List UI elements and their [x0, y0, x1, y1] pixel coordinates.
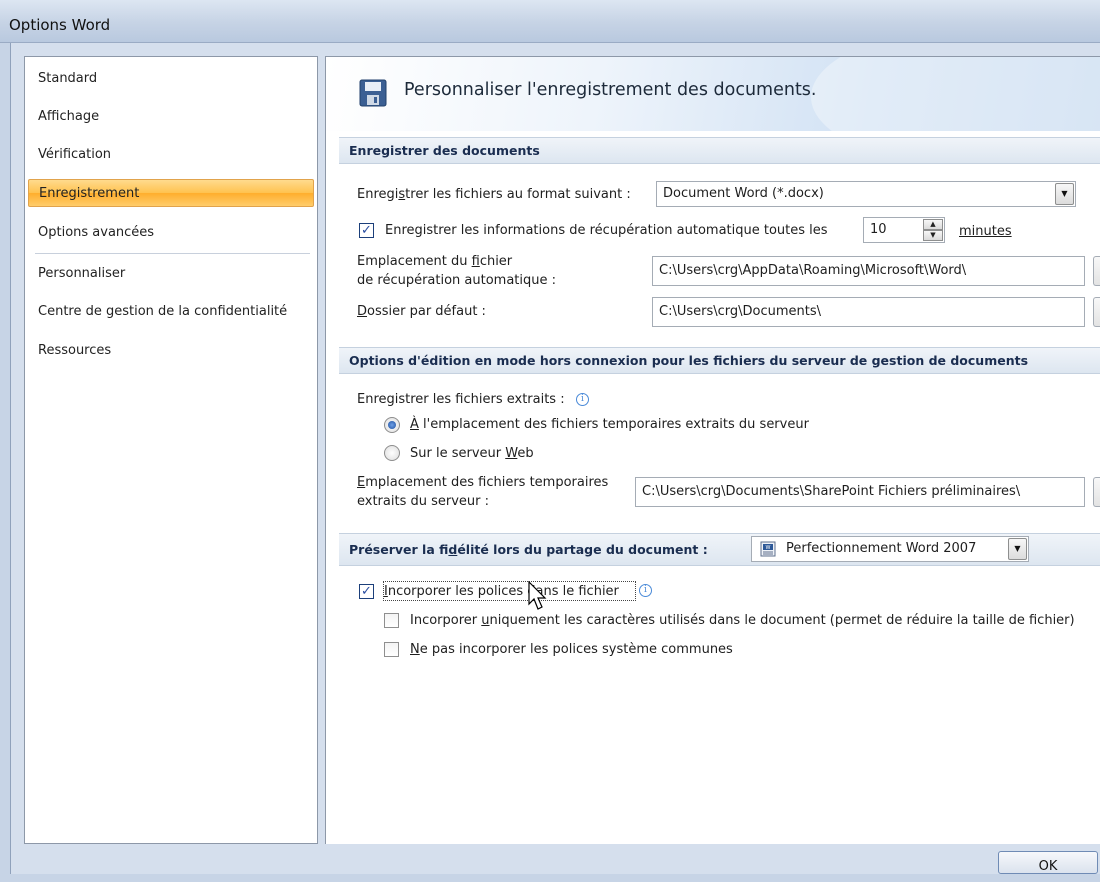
checked-out-label: Enregistrer les fichiers extraits :: [357, 392, 565, 407]
nav-item-enregistrement[interactable]: Enregistrement: [28, 179, 314, 207]
temp-location-label: Emplacement des fichiers temporaires: [357, 475, 609, 490]
nav-item-personnaliser[interactable]: Personnaliser: [28, 260, 314, 288]
svg-text:W: W: [766, 545, 771, 551]
radio-web-server-label: Sur le serveur Web: [410, 446, 534, 461]
embed-used-chars-checkbox[interactable]: [384, 613, 399, 628]
autorecover-location-label: Emplacement du fichier: [357, 254, 513, 269]
section-heading-offline: Options d'édition en mode hors connexion…: [339, 347, 1100, 374]
nav-item-options-avancees[interactable]: Options avancées: [28, 219, 314, 247]
autorecover-minutes-spinner[interactable]: 10 ▲ ▼: [863, 217, 945, 243]
fidelity-document-value: Perfectionnement Word 2007: [786, 541, 977, 556]
info-icon: i: [639, 584, 652, 597]
save-format-label: Enregistrer les fichiers au format suiva…: [357, 187, 631, 202]
minutes-label: minutes: [959, 224, 1012, 239]
save-icon: [359, 79, 387, 107]
radio-server-drafts[interactable]: [384, 417, 400, 433]
temp-location-field[interactable]: C:\Users\crg\Documents\SharePoint Fichie…: [635, 477, 1085, 507]
options-dialog: Options Word Standard Affichage Vérifica…: [0, 0, 1100, 874]
chevron-down-icon[interactable]: ▼: [1055, 183, 1074, 205]
page-title: Personnaliser l'enregistrement des docum…: [404, 80, 817, 100]
nav-item-standard[interactable]: Standard: [28, 65, 314, 93]
nav-item-affichage[interactable]: Affichage: [28, 103, 314, 131]
temp-location-label-line2: extraits du serveur :: [357, 494, 490, 509]
nav-divider: [35, 253, 310, 254]
category-list: Standard Affichage Vérification Enregist…: [24, 56, 318, 844]
nav-item-ressources[interactable]: Ressources: [28, 337, 314, 365]
section-heading-save: Enregistrer des documents: [339, 137, 1100, 164]
spin-up-icon[interactable]: ▲: [923, 219, 943, 230]
radio-server-drafts-label: À l'emplacement des fichiers temporaires…: [410, 417, 809, 432]
autorecover-minutes-value: 10: [870, 222, 887, 237]
settings-pane: Personnaliser l'enregistrement des docum…: [325, 56, 1100, 844]
embed-used-chars-label: Incorporer uniquement les caractères uti…: [410, 613, 1075, 628]
title-bar: Options Word: [0, 0, 1100, 43]
window-title: Options Word: [9, 16, 111, 34]
nav-item-centre-confidentialite[interactable]: Centre de gestion de la confidentialité: [28, 298, 314, 326]
banner-decoration: [811, 57, 1100, 131]
autorecover-location-field[interactable]: C:\Users\crg\AppData\Roaming\Microsoft\W…: [652, 256, 1085, 286]
ok-button[interactable]: OK: [998, 851, 1098, 874]
radio-web-server[interactable]: [384, 445, 400, 461]
page-header: Personnaliser l'enregistrement des docum…: [326, 57, 1100, 131]
autorecover-location-label-line2: de récupération automatique :: [357, 273, 557, 288]
no-common-fonts-label: Ne pas incorporer les polices système co…: [410, 642, 733, 657]
save-format-value: Document Word (*.docx): [663, 186, 824, 201]
mouse-cursor-icon: [528, 581, 547, 610]
nav-item-verification[interactable]: Vérification: [28, 141, 314, 169]
spin-down-icon[interactable]: ▼: [923, 230, 943, 241]
default-folder-label: Dossier par défaut :: [357, 304, 486, 319]
autorecover-checkbox[interactable]: ✓: [359, 223, 374, 238]
embed-fonts-checkbox[interactable]: ✓: [359, 584, 374, 599]
word-document-icon: W: [760, 541, 776, 557]
autorecover-browse-button[interactable]: [1093, 256, 1100, 286]
fidelity-document-dropdown[interactable]: W Perfectionnement Word 2007 ▼: [751, 536, 1029, 562]
info-icon: i: [576, 393, 589, 406]
focus-rectangle: [383, 581, 636, 601]
temp-location-browse-button[interactable]: [1093, 477, 1100, 507]
default-folder-field[interactable]: C:\Users\crg\Documents\: [652, 297, 1085, 327]
save-format-dropdown[interactable]: Document Word (*.docx) ▼: [656, 181, 1076, 207]
no-common-fonts-checkbox[interactable]: [384, 642, 399, 657]
default-folder-browse-button[interactable]: [1093, 297, 1100, 327]
autorecover-label: Enregistrer les informations de récupéra…: [385, 223, 828, 238]
chevron-down-icon[interactable]: ▼: [1008, 538, 1027, 560]
